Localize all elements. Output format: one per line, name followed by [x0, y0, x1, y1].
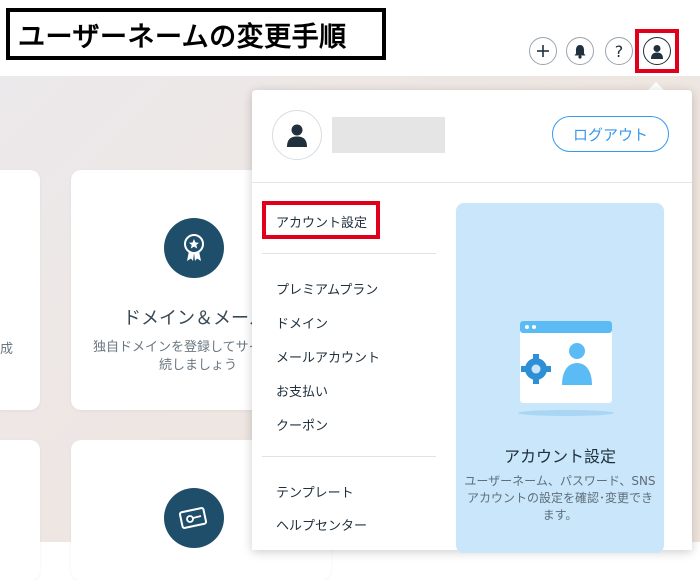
help-icon: ?	[614, 41, 624, 61]
menu-coupon[interactable]: クーポン	[276, 415, 328, 434]
header-divider	[252, 182, 692, 183]
promo-title: アカウント設定	[503, 447, 616, 466]
menu-divider-1	[262, 253, 436, 254]
plus-icon	[537, 45, 549, 57]
bell-icon	[574, 44, 586, 59]
notifications-button[interactable]	[566, 37, 594, 65]
account-settings-highlight	[262, 201, 380, 239]
account-settings-promo[interactable]: アカウント設定 ユーザーネーム、パスワード、SNSアカウントの設定を確認･変更で…	[456, 203, 664, 553]
help-button[interactable]: ?	[605, 37, 633, 65]
menu-help-center[interactable]: ヘルプセンター	[276, 515, 367, 534]
account-dropdown: ログアウト アカウント設定 プレミアムプラン ドメイン メールアカウント お支払…	[252, 90, 692, 553]
instruction-banner: ユーザーネームの変更手順	[6, 8, 386, 60]
card-desc-line1: 独自ドメインを登録してサイ	[93, 340, 262, 355]
dropdown-caret	[648, 82, 664, 90]
banner-title: ユーザーネームの変更手順	[18, 21, 347, 53]
menu-divider-2	[262, 456, 436, 457]
card-title: ドメイン＆メール	[123, 308, 267, 329]
user-button-highlight	[635, 29, 679, 73]
profile-avatar	[272, 110, 322, 160]
award-ribbon-icon	[164, 218, 224, 278]
username-redacted	[332, 117, 445, 153]
menu-domain[interactable]: ドメイン	[276, 313, 328, 332]
promo-description: ユーザーネーム、パスワード、SNSアカウントの設定を確認･変更できます。	[464, 474, 656, 522]
card-desc-line2: 続しましょう	[159, 358, 238, 373]
menu-templates[interactable]: テンプレート	[276, 482, 354, 501]
card-desc-fragment: 成	[0, 342, 14, 357]
key-card-icon	[164, 488, 224, 548]
user-avatar-icon	[287, 124, 307, 147]
menu-payment[interactable]: お支払い	[276, 381, 328, 400]
menu-premium-plan[interactable]: プレミアムプラン	[276, 279, 378, 298]
logout-button[interactable]: ログアウト	[552, 116, 669, 152]
account-settings-illustration-icon	[518, 321, 614, 416]
card-left-bottom-partial[interactable]	[0, 440, 40, 580]
menu-mail-account[interactable]: メールアカウント	[276, 347, 380, 366]
add-button[interactable]	[529, 37, 557, 65]
card-left-partial[interactable]: 成	[0, 170, 40, 410]
